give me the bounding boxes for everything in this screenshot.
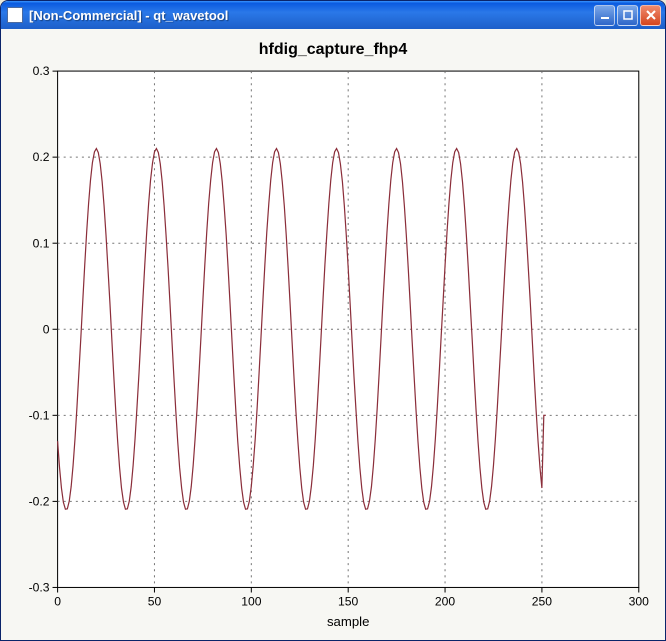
svg-text:100: 100	[241, 595, 262, 609]
minimize-button[interactable]	[594, 5, 615, 26]
maximize-button[interactable]	[617, 5, 638, 26]
svg-text:-0.2: -0.2	[29, 494, 50, 508]
svg-text:0: 0	[43, 322, 50, 336]
svg-text:250: 250	[532, 595, 553, 609]
svg-text:50: 50	[148, 595, 162, 609]
svg-text:-0.1: -0.1	[29, 408, 50, 422]
svg-text:150: 150	[338, 595, 359, 609]
titlebar[interactable]: [Non-Commercial] - qt_wavetool	[1, 1, 665, 29]
svg-text:0.3: 0.3	[33, 65, 50, 78]
application-window: [Non-Commercial] - qt_wavetool hfdig_ca	[0, 0, 666, 641]
waveform-plot: 0 50 100 150 200 250 300 -0.3 -0.2 -0.1 0 0.1 0.2 0.3…	[9, 65, 657, 632]
minimize-icon	[599, 9, 611, 21]
svg-text:0.2: 0.2	[33, 150, 50, 164]
svg-text:sample: sample	[327, 614, 369, 629]
svg-text:-0.3: -0.3	[29, 581, 50, 595]
window-buttons	[594, 5, 661, 26]
close-icon	[645, 9, 657, 21]
app-icon	[7, 7, 23, 23]
maximize-icon	[622, 9, 634, 21]
svg-text:300: 300	[629, 595, 650, 609]
plot-area[interactable]: 0 50 100 150 200 250 300 -0.3 -0.2 -0.1 0 0.1 0.2 0.3…	[9, 65, 657, 632]
svg-text:200: 200	[435, 595, 456, 609]
svg-text:0.1: 0.1	[33, 236, 50, 250]
client-area: hfdig_capture_fhp4 0 50 100 150 200 250 300 -0.…	[1, 29, 665, 640]
svg-text:0: 0	[54, 595, 61, 609]
close-button[interactable]	[640, 5, 661, 26]
window-title: [Non-Commercial] - qt_wavetool	[29, 8, 594, 23]
chart-title: hfdig_capture_fhp4	[9, 37, 657, 65]
